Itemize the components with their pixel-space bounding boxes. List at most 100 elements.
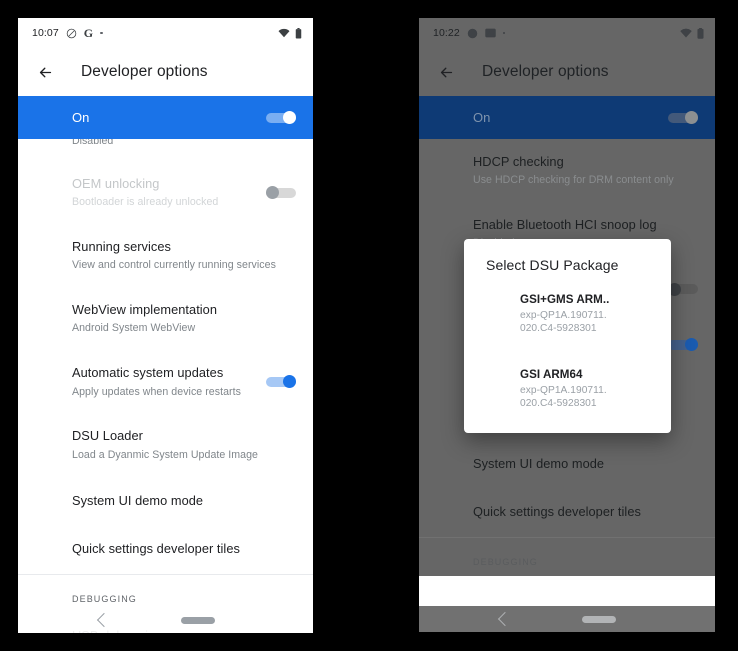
back-arrow-icon[interactable] — [32, 59, 58, 85]
row-texts: Quick settings developer tiles — [72, 540, 296, 557]
master-switch-toggle[interactable] — [668, 111, 698, 124]
toggle-thumb — [283, 111, 296, 124]
status-bar-right: 10:22 — [419, 18, 715, 48]
nav-back-icon[interactable] — [96, 612, 111, 628]
screenshot-icon — [485, 28, 496, 38]
setting-row-running-services[interactable]: Running services View and control curren… — [18, 224, 313, 287]
list-divider — [419, 537, 715, 539]
navigation-bar-right — [419, 606, 715, 632]
setting-row-system-ui-demo-mode[interactable]: System UI demo mode — [18, 476, 313, 524]
oem-unlocking-toggle[interactable] — [266, 186, 296, 200]
section-header-debugging: DEBUGGING — [473, 557, 538, 568]
nav-home-pill-icon[interactable] — [582, 615, 616, 623]
setting-row-quick-settings-developer-tiles[interactable]: Quick settings developer tiles — [419, 487, 715, 535]
dnd-icon — [467, 28, 478, 39]
dialog-option-gsi-arm64[interactable]: GSI ARM64 exp-QP1A.190711. 020.C4-592830… — [464, 362, 671, 417]
toolbar-right: Developer options — [419, 48, 715, 96]
row-texts: Automatic system updates Apply updates w… — [72, 364, 266, 399]
developer-options-master-switch[interactable]: On — [18, 96, 313, 139]
setting-row-dsu-loader[interactable]: DSU Loader Load a Dyanmic System Update … — [18, 413, 313, 476]
option-version: exp-QP1A.190711. 020.C4-5928301 — [520, 384, 649, 411]
dot-icon — [502, 31, 506, 35]
list-divider — [18, 574, 313, 576]
option-version-line1: exp-QP1A.190711. — [520, 310, 607, 321]
page-title: Developer options — [81, 63, 208, 80]
option-version-line1: exp-QP1A.190711. — [520, 384, 607, 396]
row-texts: HDCP checking Use HDCP checking for DRM … — [473, 153, 698, 188]
status-bar-left: 10:07 G — [18, 18, 313, 48]
master-switch-label: On — [473, 110, 491, 125]
page-title: Developer options — [482, 63, 609, 80]
row-texts: System UI demo mode — [72, 492, 296, 509]
google-g-icon: G — [83, 26, 94, 40]
option-version-line2: 020.C4-5928301 — [520, 398, 597, 410]
setting-title: WebView implementation — [72, 302, 218, 318]
setting-title: DSU Loader — [72, 428, 143, 444]
status-bar-left-group: 10:07 G — [32, 27, 103, 39]
row-texts: WebView implementation Android System We… — [72, 301, 296, 336]
automatic-system-updates-toggle[interactable] — [266, 375, 296, 389]
settings-list-left: Disabled OEM unlocking Bootloader is alr… — [18, 135, 313, 633]
nav-home-pill-icon[interactable] — [180, 616, 215, 624]
dot-icon — [100, 31, 103, 35]
battery-icon — [697, 27, 704, 39]
setting-subtitle: Use HDCP checking for DRM content only — [473, 174, 674, 187]
setting-title: System UI demo mode — [473, 455, 605, 471]
select-dsu-package-dialog: Select DSU Package GSI+GMS ARM.. exp-QP1… — [464, 239, 671, 433]
row-texts: DSU Loader Load a Dyanmic System Update … — [72, 427, 296, 462]
master-switch-toggle[interactable] — [266, 111, 296, 124]
setting-row-hdcp-checking[interactable]: HDCP checking Use HDCP checking for DRM … — [419, 139, 715, 202]
setting-title: System UI demo mode — [72, 492, 204, 508]
status-clock: 10:07 — [32, 27, 59, 39]
row-texts: System UI demo mode — [473, 455, 698, 472]
row-texts: Quick settings developer tiles — [473, 503, 698, 520]
wifi-icon — [680, 28, 692, 38]
toolbar-left: Developer options — [18, 48, 313, 96]
toggle-thumb — [685, 338, 698, 352]
status-clock: 10:22 — [433, 27, 460, 39]
setting-row-webview-implementation[interactable]: WebView implementation Android System We… — [18, 287, 313, 350]
wifi-icon — [278, 28, 290, 38]
dialog-option-gsi-gms-arm[interactable]: GSI+GMS ARM.. exp-QP1A.190711. 020.C4-59… — [464, 287, 671, 342]
toggle-thumb — [283, 375, 296, 389]
setting-subtitle: Apply updates when device restarts — [72, 385, 241, 398]
row-texts: OEM unlocking Bootloader is already unlo… — [72, 175, 266, 210]
option-name: GSI ARM64 — [520, 367, 583, 381]
obscured-row-toggle[interactable] — [668, 282, 698, 296]
status-bar-left-group: 10:22 — [433, 27, 506, 39]
row-texts: Running services View and control curren… — [72, 238, 296, 273]
master-switch-label: On — [72, 110, 90, 125]
option-version: exp-QP1A.190711. 020.C4-5928301 — [520, 309, 649, 336]
back-arrow-icon[interactable] — [433, 59, 459, 85]
status-bar-right-group — [278, 27, 302, 39]
dialog-title: Select DSU Package — [486, 257, 619, 273]
option-name: GSI+GMS ARM.. — [520, 293, 610, 306]
setting-title: Quick settings developer tiles — [473, 503, 641, 519]
setting-subtitle: Android System WebView — [72, 322, 196, 335]
dnd-icon — [66, 28, 77, 39]
navigation-bar-left — [18, 607, 313, 633]
toggle-thumb — [685, 111, 698, 124]
setting-title: HDCP checking — [473, 154, 564, 169]
setting-row-automatic-system-updates[interactable]: Automatic system updates Apply updates w… — [18, 350, 313, 413]
automatic-system-updates-toggle[interactable] — [668, 338, 698, 352]
setting-title: OEM unlocking — [72, 176, 160, 191]
setting-title: Quick settings developer tiles — [72, 540, 240, 556]
setting-subtitle: View and control currently running servi… — [72, 259, 276, 272]
setting-subtitle: Load a Dyanmic System Update Image — [72, 448, 259, 461]
phone-screen-left: 10:07 G Developer options On Disabled OE… — [18, 18, 313, 633]
setting-row-oem-unlocking[interactable]: OEM unlocking Bootloader is already unlo… — [18, 161, 313, 224]
developer-options-master-switch[interactable]: On — [419, 96, 715, 139]
setting-subtitle: Bootloader is already unlocked — [72, 196, 219, 209]
toggle-thumb — [266, 186, 279, 200]
setting-row-system-ui-demo-mode[interactable]: System UI demo mode — [419, 439, 715, 487]
setting-title: Automatic system updates — [72, 365, 224, 381]
phone-screen-right: 10:22 Developer options On HDCP checking… — [419, 18, 715, 632]
setting-title: Running services — [72, 239, 171, 255]
status-bar-right-group — [680, 27, 704, 39]
setting-title: Enable Bluetooth HCI snoop log — [473, 217, 657, 233]
option-version-line2: 020.C4-5928301 — [520, 323, 597, 335]
battery-icon — [295, 27, 302, 39]
nav-back-icon[interactable] — [497, 611, 513, 627]
setting-row-quick-settings-developer-tiles[interactable]: Quick settings developer tiles — [18, 524, 313, 572]
